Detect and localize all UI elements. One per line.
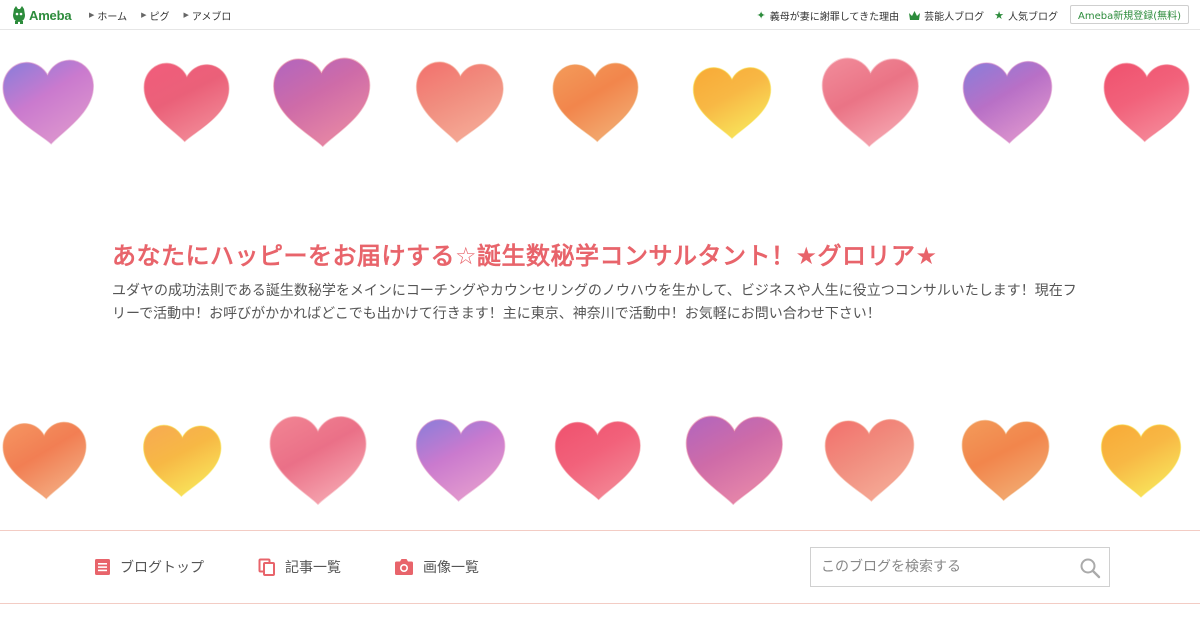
watercolor-heart: [1103, 62, 1190, 143]
article-list-link[interactable]: 記事一覧: [258, 531, 341, 603]
popular-blog-label: 人気ブログ: [1008, 11, 1058, 23]
watercolor-heart: [692, 66, 772, 139]
nav-home-link[interactable]: ▶ ホーム: [89, 8, 127, 23]
register-button[interactable]: Ameba新規登録(無料): [1069, 5, 1189, 24]
blog-top-link[interactable]: ブログトップ: [94, 531, 204, 603]
watercolor-heart: [554, 420, 641, 501]
image-list-link[interactable]: 画像一覧: [394, 531, 479, 603]
watercolor-heart: [821, 57, 919, 148]
global-header: Ameba ▶ ホーム ▶ ピグ ▶ アメブロ ✦ 義母が妻に謝罪してきた理由 芸能人ブ…: [0, 0, 1200, 30]
watercolor-heart: [1100, 423, 1182, 498]
watercolor-heart: [962, 60, 1053, 144]
caret-right-icon: ▶: [89, 11, 95, 19]
celebrity-blog-label: 芸能人ブログ: [924, 11, 985, 23]
watercolor-hearts-top: [0, 50, 1200, 160]
watercolor-heart: [552, 62, 639, 143]
nav-home-label: ホーム: [97, 11, 128, 23]
global-nav: ▶ ホーム ▶ ピグ ▶ アメブロ: [89, 0, 245, 30]
nav-ameblo-label: アメブロ: [191, 11, 232, 23]
nav-pigg-link[interactable]: ▶ ピグ: [141, 8, 169, 23]
image-list-label: 画像一覧: [423, 560, 479, 576]
nav-ameblo-link[interactable]: ▶ アメブロ: [183, 8, 231, 23]
header-links: ✦ 義母が妻に謝罪してきた理由 芸能人ブログ ★ 人気ブログ: [747, 0, 1059, 30]
watercolor-heart: [142, 424, 222, 497]
blog-nav: ブログトップ 記事一覧 画像一覧: [0, 530, 1200, 604]
watercolor-heart: [685, 415, 783, 506]
logo-text: Ameba: [29, 7, 72, 23]
blog-title[interactable]: あなたにハッピーをお届けする☆誕生数秘学コンサルタント！★グロリア★: [112, 236, 938, 271]
caret-right-icon: ▶: [183, 11, 189, 19]
watercolor-heart: [143, 62, 230, 143]
watercolor-heart: [2, 421, 87, 500]
search-icon[interactable]: [1079, 557, 1101, 579]
blog-search-input[interactable]: [821, 548, 1071, 586]
watercolor-hearts-bottom: [0, 408, 1200, 518]
watercolor-heart: [2, 59, 94, 145]
camera-icon: [395, 559, 413, 575]
popular-blog-link[interactable]: ★ 人気ブログ: [994, 8, 1058, 23]
watercolor-heart: [961, 419, 1050, 501]
trending-topic-label: 義母が妻に謝罪してきた理由: [769, 11, 900, 23]
watercolor-heart: [273, 57, 371, 148]
crown-icon: [909, 10, 921, 20]
watercolor-heart: [269, 416, 367, 506]
trending-topic-link[interactable]: ✦ 義母が妻に謝罪してきた理由: [757, 8, 900, 23]
blog-top-icon: [95, 559, 110, 575]
celebrity-blog-link[interactable]: 芸能人ブログ: [909, 8, 984, 23]
sparkle-icon: ✦: [756, 8, 766, 22]
article-list-label: 記事一覧: [285, 560, 341, 576]
ameba-logo[interactable]: Ameba: [12, 5, 72, 25]
watercolor-heart: [415, 61, 504, 143]
blog-top-label: ブログトップ: [120, 560, 204, 576]
watercolor-heart: [824, 418, 915, 502]
nav-pigg-label: ピグ: [149, 11, 170, 23]
ameba-mascot-icon: [13, 6, 25, 24]
blog-description: ユダヤの成功法則である誕生数秘学をメインにコーチングやカウンセリングのノウハウを…: [112, 283, 1077, 322]
blog-search-box: [810, 547, 1110, 587]
watercolor-heart: [415, 418, 506, 502]
caret-right-icon: ▶: [141, 11, 147, 19]
star-icon: ★: [994, 8, 1004, 22]
article-list-icon: [258, 558, 275, 576]
